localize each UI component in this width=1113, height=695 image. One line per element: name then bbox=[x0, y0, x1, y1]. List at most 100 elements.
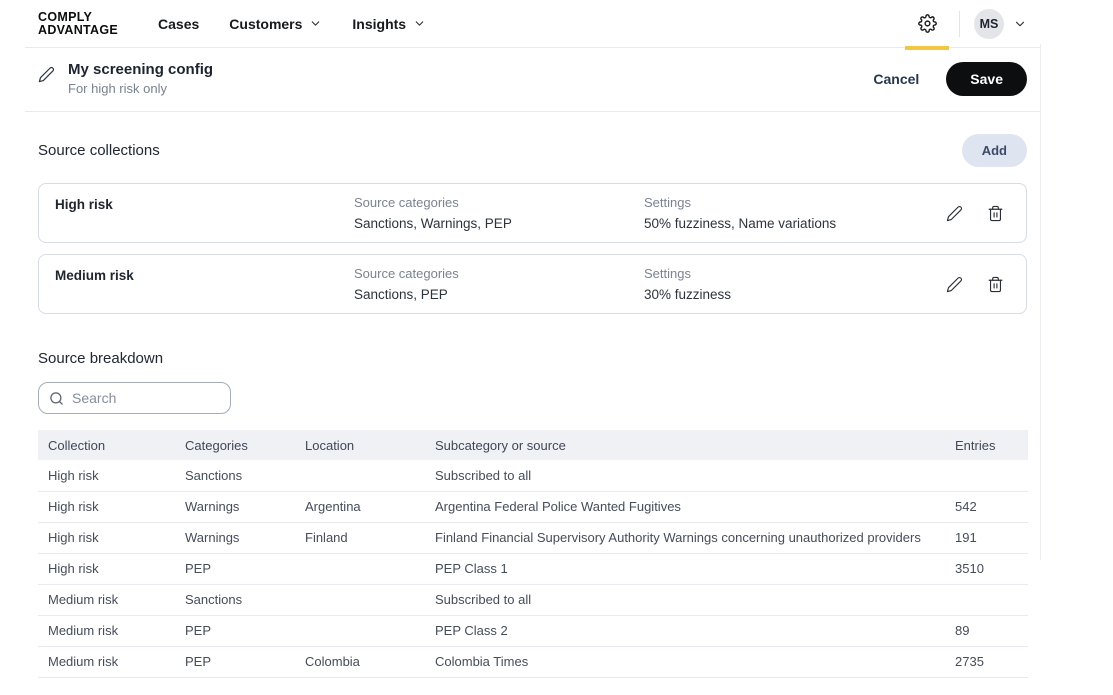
table-row[interactable]: High riskWarningsFinlandFinland Financia… bbox=[38, 522, 1028, 553]
nav-item-cases[interactable]: Cases bbox=[158, 12, 199, 36]
delete-collection-button[interactable] bbox=[987, 276, 1004, 293]
nav-item-label: Cases bbox=[158, 16, 199, 32]
collection-settings: Settings 30% fuzziness bbox=[644, 266, 946, 302]
main-content: Source collections Add High riskSource c… bbox=[25, 134, 1040, 678]
collection-card: Medium riskSource categories Sanctions, P… bbox=[38, 254, 1027, 314]
table-cell bbox=[295, 584, 425, 615]
pencil-icon bbox=[946, 205, 963, 222]
save-button[interactable]: Save bbox=[946, 62, 1027, 96]
search-icon bbox=[49, 391, 64, 406]
search-box bbox=[38, 382, 231, 414]
table-row[interactable]: Medium riskPEPColombiaColombia Times2735 bbox=[38, 646, 1028, 677]
avatar: MS bbox=[974, 9, 1004, 39]
page-title: My screening config bbox=[68, 61, 213, 78]
chevron-down-icon bbox=[1013, 17, 1027, 31]
user-menu[interactable]: MS bbox=[974, 9, 1027, 39]
app-root: COMPLY ADVANTAGE CasesCustomersInsights … bbox=[25, 0, 1040, 695]
column-header: Entries bbox=[945, 430, 1028, 460]
nav-right: MS bbox=[905, 0, 1027, 48]
title-bar: My screening config For high risk only C… bbox=[25, 48, 1040, 112]
settings-button[interactable] bbox=[905, 0, 949, 48]
trash-icon bbox=[987, 205, 1004, 222]
table-cell: PEP bbox=[175, 615, 295, 646]
table-cell: 542 bbox=[945, 491, 1028, 522]
column-header: Subcategory or source bbox=[425, 430, 945, 460]
table-cell: Medium risk bbox=[38, 584, 175, 615]
table-cell: Medium risk bbox=[38, 615, 175, 646]
edit-collection-button[interactable] bbox=[946, 205, 963, 222]
table-cell bbox=[945, 584, 1028, 615]
nav-item-customers[interactable]: Customers bbox=[229, 12, 322, 36]
table-row[interactable]: Medium riskPEP PEP Class 289 bbox=[38, 615, 1028, 646]
settings-label: Settings bbox=[644, 195, 946, 210]
table-row[interactable]: High riskWarningsArgentinaArgentina Fede… bbox=[38, 491, 1028, 522]
table-cell: Colombia Times bbox=[425, 646, 945, 677]
table-cell bbox=[295, 553, 425, 584]
brand-logo[interactable]: COMPLY ADVANTAGE bbox=[38, 11, 118, 37]
trash-icon bbox=[987, 276, 1004, 293]
title-block: My screening config For high risk only bbox=[38, 61, 213, 96]
content-right-edge bbox=[1040, 44, 1041, 560]
table-cell: Warnings bbox=[175, 491, 295, 522]
table-cell: High risk bbox=[38, 460, 175, 491]
pencil-icon bbox=[38, 66, 55, 83]
table-cell: Sanctions bbox=[175, 584, 295, 615]
add-collection-button[interactable]: Add bbox=[962, 134, 1027, 167]
table-cell: PEP bbox=[175, 646, 295, 677]
table-cell: Medium risk bbox=[38, 646, 175, 677]
edit-title-icon[interactable] bbox=[38, 66, 55, 83]
collection-card: High riskSource categoriesSanctions, War… bbox=[38, 183, 1027, 243]
table-cell: Finland bbox=[295, 522, 425, 553]
table-cell bbox=[295, 460, 425, 491]
table-cell: Subscribed to all bbox=[425, 460, 945, 491]
collection-name: Medium risk bbox=[55, 266, 354, 283]
nav-item-label: Customers bbox=[229, 16, 302, 32]
source-collections-header: Source collections Add bbox=[38, 134, 1027, 167]
table-cell bbox=[945, 460, 1028, 491]
table-cell: Argentina bbox=[295, 491, 425, 522]
pencil-icon bbox=[946, 276, 963, 293]
table-cell: PEP Class 2 bbox=[425, 615, 945, 646]
table-cell: High risk bbox=[38, 491, 175, 522]
card-actions bbox=[946, 276, 1010, 293]
table-cell: 2735 bbox=[945, 646, 1028, 677]
categories-label: Source categories bbox=[354, 195, 644, 210]
table-cell: Warnings bbox=[175, 522, 295, 553]
collection-settings: Settings 50% fuzziness, Name variations bbox=[644, 195, 946, 231]
table-cell: PEP bbox=[175, 553, 295, 584]
table-cell: Colombia bbox=[295, 646, 425, 677]
column-header: Collection bbox=[38, 430, 175, 460]
settings-value: 50% fuzziness, Name variations bbox=[644, 216, 946, 231]
column-header: Categories bbox=[175, 430, 295, 460]
categories-label: Source categories bbox=[354, 266, 644, 281]
table-cell: Finland Financial Supervisory Authority … bbox=[425, 522, 945, 553]
table-row[interactable]: Medium riskSanctionsSubscribed to all bbox=[38, 584, 1028, 615]
table-row[interactable]: High riskPEPPEP Class 13510 bbox=[38, 553, 1028, 584]
table-row[interactable]: High riskSanctions Subscribed to all bbox=[38, 460, 1028, 491]
delete-collection-button[interactable] bbox=[987, 205, 1004, 222]
nav-item-insights[interactable]: Insights bbox=[352, 12, 426, 36]
nav-item-label: Insights bbox=[352, 16, 406, 32]
collection-cards: High riskSource categoriesSanctions, War… bbox=[38, 183, 1027, 314]
chevron-down-icon bbox=[309, 17, 322, 30]
collection-name: High risk bbox=[55, 195, 354, 212]
table-cell: 3510 bbox=[945, 553, 1028, 584]
table-cell: Argentina Federal Police Wanted Fugitive… bbox=[425, 491, 945, 522]
cancel-button[interactable]: Cancel bbox=[873, 71, 919, 87]
table-body: High riskSanctionsSubscribed to allHigh … bbox=[38, 460, 1028, 677]
nav-divider bbox=[959, 11, 960, 37]
table-cell: Sanctions bbox=[175, 460, 295, 491]
brand-line-2: ADVANTAGE bbox=[38, 24, 118, 37]
settings-label: Settings bbox=[644, 266, 946, 281]
primary-nav: Cases Customers Insights bbox=[158, 12, 426, 36]
search-input[interactable] bbox=[72, 390, 220, 406]
table-cell: High risk bbox=[38, 553, 175, 584]
table-cell: 89 bbox=[945, 615, 1028, 646]
table-head: CollectionCategoriesLocationSubcategory … bbox=[38, 430, 1028, 460]
source-breakdown-table: CollectionCategoriesLocationSubcategory … bbox=[38, 430, 1028, 678]
table-cell bbox=[295, 615, 425, 646]
categories-value: Sanctions, PEP bbox=[354, 287, 644, 302]
edit-collection-button[interactable] bbox=[946, 276, 963, 293]
source-collections-heading: Source collections bbox=[38, 142, 160, 159]
settings-value: 30% fuzziness bbox=[644, 287, 946, 302]
